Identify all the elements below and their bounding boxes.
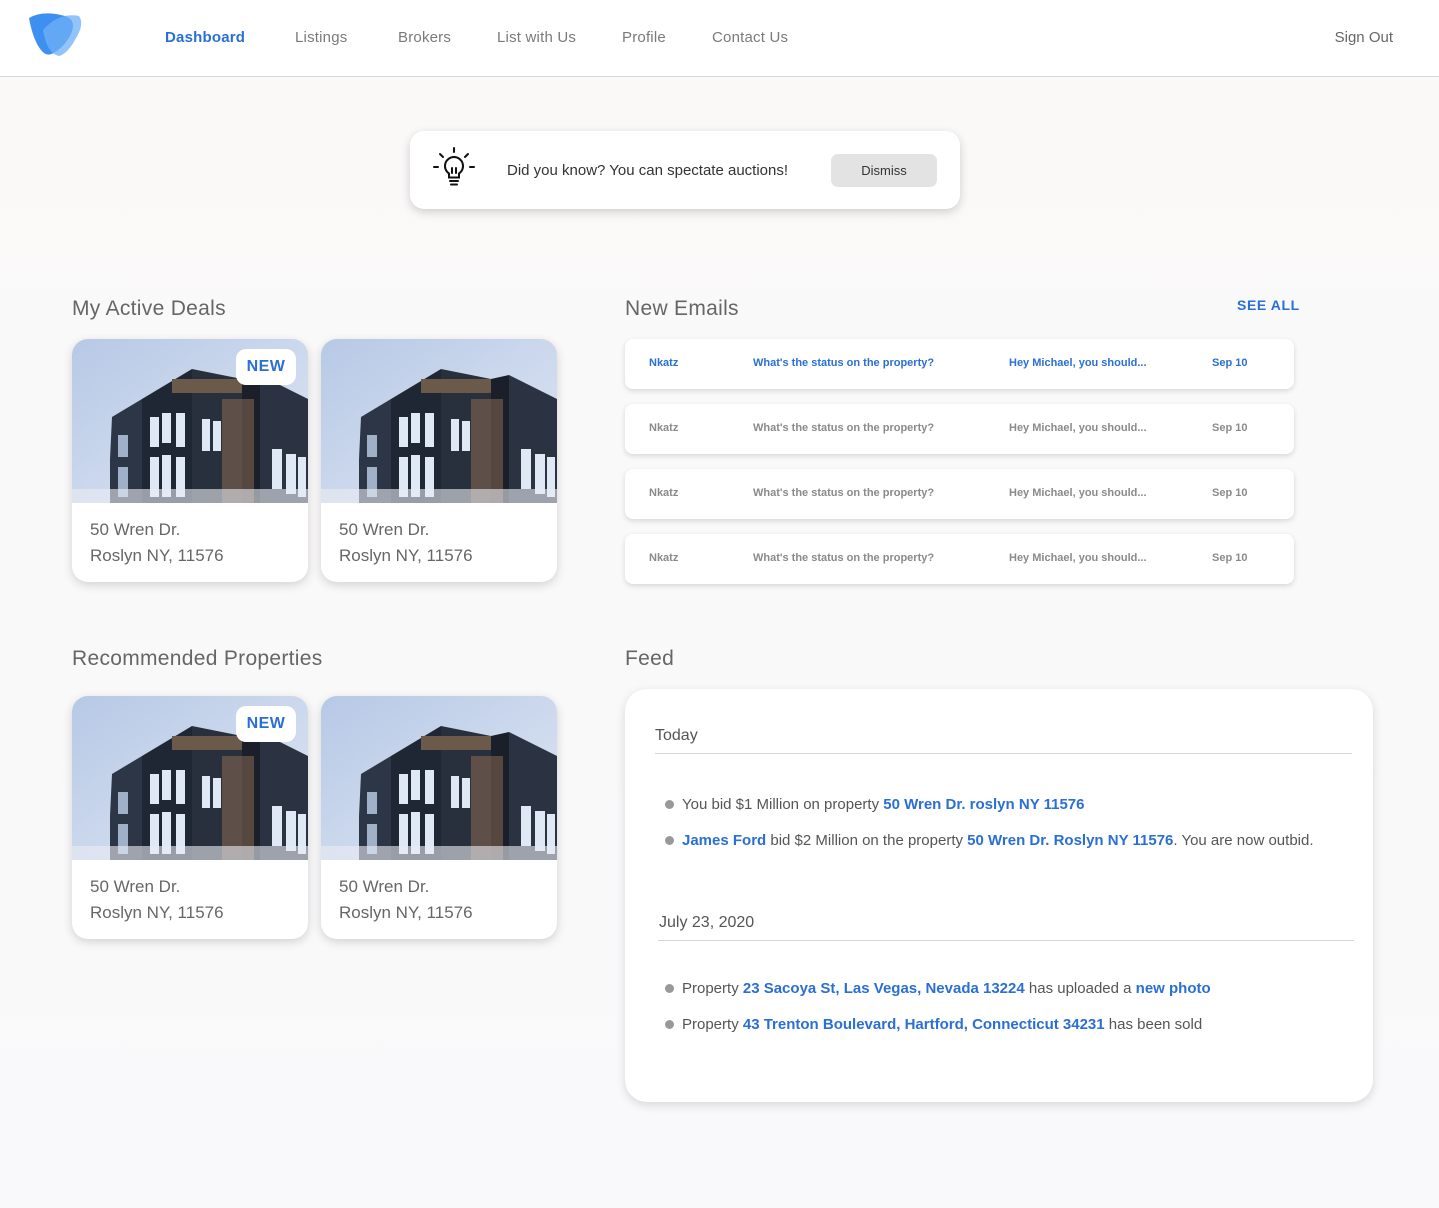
bullet xyxy=(665,1020,674,1029)
divider xyxy=(658,940,1354,941)
email-subject: What's the status on the property? xyxy=(753,487,935,499)
nav-listings[interactable]: Listings xyxy=(295,29,347,46)
email-subject: What's the status on the property? xyxy=(753,357,935,369)
nav-brokers[interactable]: Brokers xyxy=(398,29,451,46)
email-from: Nkatz xyxy=(649,357,679,369)
property-address: 50 Wren Dr. Roslyn NY, 11576 xyxy=(90,517,224,569)
active-deal-card[interactable]: NEW 50 Wren Dr. Roslyn NY, 11576 xyxy=(72,339,308,582)
feed-text: . You are now outbid. xyxy=(1173,832,1314,849)
email-from: Nkatz xyxy=(649,552,679,564)
divider xyxy=(655,753,1352,754)
new-emails-title: New Emails xyxy=(625,297,739,320)
address-line-2: Roslyn NY, 11576 xyxy=(90,546,224,565)
feed-text: has uploaded a xyxy=(1024,980,1136,997)
email-subject: What's the status on the property? xyxy=(753,552,935,564)
email-from: Nkatz xyxy=(649,422,679,434)
address-line-1: 50 Wren Dr. xyxy=(90,520,181,539)
feed-title: Feed xyxy=(625,647,675,670)
address-line-2: Roslyn NY, 11576 xyxy=(339,546,473,565)
user-link[interactable]: James Ford xyxy=(682,832,766,849)
address-line-1: 50 Wren Dr. xyxy=(339,877,430,896)
feed-text: Property xyxy=(682,980,743,997)
nav-list-with-us[interactable]: List with Us xyxy=(497,29,576,46)
email-date: Sep 10 xyxy=(1212,487,1248,499)
property-link[interactable]: 50 Wren Dr. roslyn NY 11576 xyxy=(883,796,1084,813)
email-row[interactable]: Nkatz What's the status on the property?… xyxy=(625,469,1294,519)
email-date: Sep 10 xyxy=(1212,357,1248,369)
new-badge: NEW xyxy=(236,706,296,742)
email-preview: Hey Michael, you should... xyxy=(1009,357,1147,369)
feed-item: James Ford bid $2 Million on the propert… xyxy=(682,832,1314,849)
email-row[interactable]: Nkatz What's the status on the property?… xyxy=(625,339,1294,389)
property-address: 50 Wren Dr. Roslyn NY, 11576 xyxy=(90,874,224,926)
property-image xyxy=(321,339,557,503)
property-address: 50 Wren Dr. Roslyn NY, 11576 xyxy=(339,517,473,569)
tip-text: Did you know? You can spectate auctions! xyxy=(507,162,789,179)
address-line-2: Roslyn NY, 11576 xyxy=(339,903,473,922)
dismiss-button[interactable]: Dismiss xyxy=(831,154,937,187)
active-deals-title: My Active Deals xyxy=(72,297,226,320)
recommended-card[interactable]: NEW 50 Wren Dr. Roslyn NY, 11576 xyxy=(72,696,308,939)
property-link[interactable]: 23 Sacoya St, Las Vegas, Nevada 13224 xyxy=(743,980,1025,997)
address-line-1: 50 Wren Dr. xyxy=(339,520,430,539)
feed-text: Property xyxy=(682,1016,743,1033)
top-nav-bar: Dashboard Listings Brokers List with Us … xyxy=(0,0,1439,77)
sign-out-link[interactable]: Sign Out xyxy=(1335,29,1393,46)
email-preview: Hey Michael, you should... xyxy=(1009,487,1147,499)
feed-date-heading: Today xyxy=(655,727,698,744)
recommended-title: Recommended Properties xyxy=(72,647,323,670)
feed-date-heading: July 23, 2020 xyxy=(659,914,755,931)
email-subject: What's the status on the property? xyxy=(753,422,935,434)
email-date: Sep 10 xyxy=(1212,552,1248,564)
property-link[interactable]: 43 Trenton Boulevard, Hartford, Connecti… xyxy=(743,1016,1105,1033)
email-row[interactable]: Nkatz What's the status on the property?… xyxy=(625,534,1294,584)
new-badge: NEW xyxy=(236,349,296,385)
feed-item: You bid $1 Million on property 50 Wren D… xyxy=(682,796,1084,813)
recommended-card[interactable]: 50 Wren Dr. Roslyn NY, 11576 xyxy=(321,696,557,939)
feed-panel: Today You bid $1 Million on property 50 … xyxy=(625,689,1373,1102)
feed-item: Property 23 Sacoya St, Las Vegas, Nevada… xyxy=(682,980,1211,997)
email-preview: Hey Michael, you should... xyxy=(1009,422,1147,434)
photo-link[interactable]: new photo xyxy=(1136,980,1211,997)
address-line-1: 50 Wren Dr. xyxy=(90,877,181,896)
feed-item: Property 43 Trenton Boulevard, Hartford,… xyxy=(682,1016,1202,1033)
email-row[interactable]: Nkatz What's the status on the property?… xyxy=(625,404,1294,454)
feed-text: has been sold xyxy=(1104,1016,1203,1033)
bullet xyxy=(665,984,674,993)
nav-dashboard[interactable]: Dashboard xyxy=(165,29,245,46)
feed-text: bid $2 Million on the property xyxy=(766,832,968,849)
property-link[interactable]: 50 Wren Dr. Roslyn NY 11576 xyxy=(967,832,1173,849)
nav-profile[interactable]: Profile xyxy=(622,29,666,46)
bullet xyxy=(665,836,674,845)
address-line-2: Roslyn NY, 11576 xyxy=(90,903,224,922)
email-date: Sep 10 xyxy=(1212,422,1248,434)
logo[interactable] xyxy=(25,12,85,62)
active-deal-card[interactable]: 50 Wren Dr. Roslyn NY, 11576 xyxy=(321,339,557,582)
email-preview: Hey Michael, you should... xyxy=(1009,552,1147,564)
property-address: 50 Wren Dr. Roslyn NY, 11576 xyxy=(339,874,473,926)
lightbulb-icon xyxy=(433,147,475,186)
see-all-link[interactable]: SEE ALL xyxy=(1237,297,1300,313)
feed-text: You bid $1 Million on property xyxy=(682,796,884,813)
email-from: Nkatz xyxy=(649,487,679,499)
nav-contact-us[interactable]: Contact Us xyxy=(712,29,788,46)
property-image xyxy=(321,696,557,860)
bullet xyxy=(665,800,674,809)
tip-banner: Did you know? You can spectate auctions!… xyxy=(410,131,960,209)
